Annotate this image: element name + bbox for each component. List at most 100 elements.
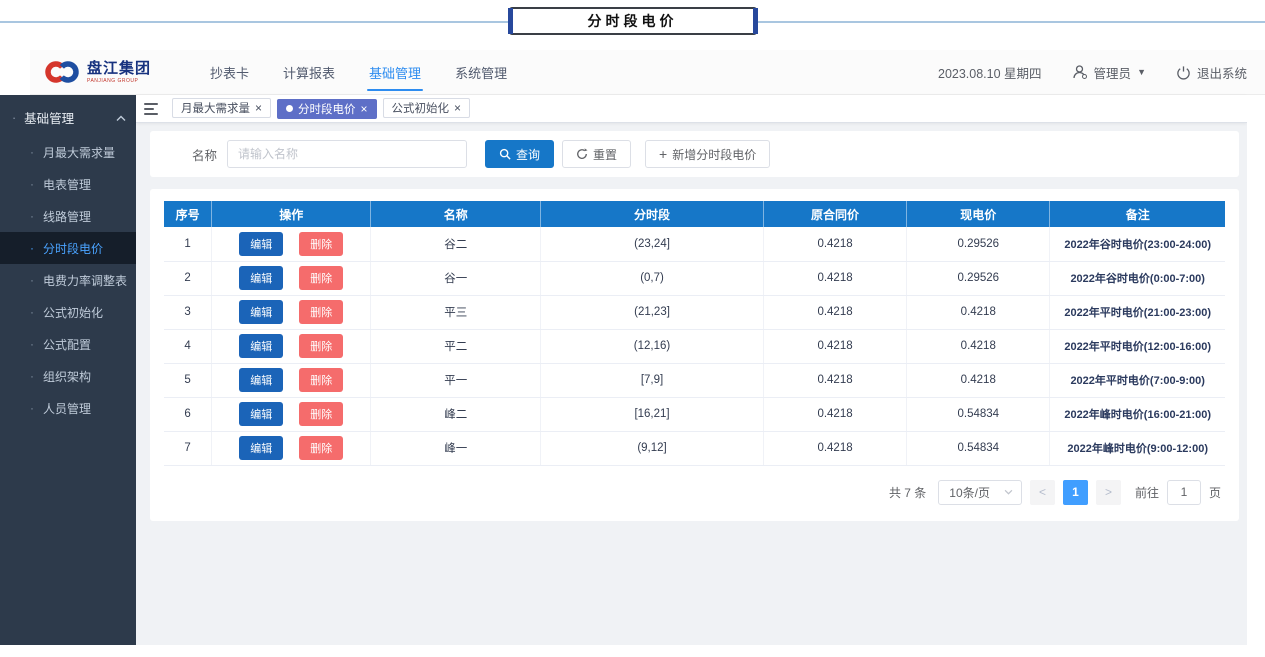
goto-label: 前往: [1135, 484, 1159, 501]
add-label: 新增分时段电价: [672, 146, 756, 163]
tab-label: 分时段电价: [298, 101, 356, 117]
cell-current-price: 0.4218: [907, 295, 1050, 329]
name-input[interactable]: [227, 140, 467, 168]
edit-button[interactable]: 编辑: [239, 368, 283, 392]
page-size-select[interactable]: 10条/页: [938, 480, 1022, 505]
edit-button[interactable]: 编辑: [239, 436, 283, 460]
hamburger-icon[interactable]: [144, 103, 166, 115]
delete-button[interactable]: 删除: [299, 436, 343, 460]
sidebar-item-label: 分时段电价: [43, 240, 103, 257]
column-header-3: 分时段: [541, 201, 764, 227]
cell-actions: 编辑删除: [212, 329, 371, 363]
logout-label: 退出系统: [1197, 63, 1247, 82]
edit-button[interactable]: 编辑: [239, 300, 283, 324]
page-title: 分时段电价: [588, 11, 678, 31]
current-date: 2023.08.10 星期四: [938, 63, 1042, 82]
add-time-price-button[interactable]: + 新增分时段电价: [645, 140, 770, 168]
sidebar-item-6[interactable]: ·公式配置: [0, 328, 136, 360]
bullet-icon: ·: [30, 241, 34, 255]
bullet-icon: ·: [30, 145, 34, 159]
sidebar-item-label: 线路管理: [43, 208, 91, 225]
table-row-1: 1编辑删除谷二(23,24]0.42180.295262022年谷时电价(23:…: [164, 227, 1225, 261]
column-header-1: 操作: [212, 201, 371, 227]
reset-button[interactable]: 重置: [562, 140, 631, 168]
tab-list: 月最大需求量 × 分时段电价 × 公式初始化 ×: [172, 98, 476, 119]
delete-button[interactable]: 删除: [299, 232, 343, 256]
page-1-button[interactable]: 1: [1063, 480, 1088, 505]
bullet-icon: ·: [30, 305, 34, 319]
bullet-icon: ·: [30, 369, 34, 383]
tab-1[interactable]: 分时段电价 ×: [277, 99, 377, 119]
bullet-icon: ·: [30, 177, 34, 191]
cell-index: 1: [164, 227, 212, 261]
edit-button[interactable]: 编辑: [239, 334, 283, 358]
delete-button[interactable]: 删除: [299, 334, 343, 358]
delete-button[interactable]: 删除: [299, 402, 343, 426]
tags-bar: 月最大需求量 × 分时段电价 × 公式初始化 ×: [136, 95, 1247, 123]
cell-actions: 编辑删除: [212, 261, 371, 295]
edit-button[interactable]: 编辑: [239, 266, 283, 290]
sidebar-item-label: 电表管理: [43, 176, 91, 193]
sidebar-item-8[interactable]: ·人员管理: [0, 392, 136, 424]
close-icon[interactable]: ×: [454, 102, 461, 114]
annotation-left-bar: [508, 8, 513, 34]
table-row-6: 6编辑删除峰二[16,21]0.42180.548342022年峰时电价(16:…: [164, 397, 1225, 431]
user-icon: [1072, 64, 1088, 80]
delete-button[interactable]: 删除: [299, 368, 343, 392]
nav-item-0[interactable]: 抄表卡: [208, 50, 251, 95]
prev-page-button[interactable]: <: [1030, 480, 1055, 505]
bullet-icon: ·: [30, 337, 34, 351]
tab-2[interactable]: 公式初始化 ×: [383, 98, 471, 118]
sidebar-item-4[interactable]: ·电费力率调整表: [0, 264, 136, 296]
nav-item-2[interactable]: 基础管理: [367, 50, 423, 95]
price-table: 序号操作名称分时段原合同价现电价备注 1编辑删除谷二(23,24]0.42180…: [164, 201, 1225, 466]
tab-label: 月最大需求量: [181, 100, 250, 116]
edit-button[interactable]: 编辑: [239, 402, 283, 426]
query-button[interactable]: 查询: [485, 140, 554, 168]
plus-icon: +: [659, 147, 667, 161]
sidebar-item-2[interactable]: ·线路管理: [0, 200, 136, 232]
edit-button[interactable]: 编辑: [239, 232, 283, 256]
nav-item-1[interactable]: 计算报表: [281, 50, 337, 95]
sidebar-group-basic-mgmt[interactable]: · 基础管理: [0, 99, 136, 136]
top-nav: 抄表卡计算报表基础管理系统管理: [193, 50, 524, 95]
close-icon[interactable]: ×: [255, 102, 262, 114]
brand-logo-icon: [44, 57, 80, 87]
cell-contract-price: 0.4218: [763, 397, 906, 431]
sidebar-item-1[interactable]: · 电表管理: [0, 168, 136, 200]
cell-contract-price: 0.4218: [763, 329, 906, 363]
table-row-7: 7编辑删除峰一(9,12]0.42180.548342022年峰时电价(9:00…: [164, 431, 1225, 465]
sidebar-item-5[interactable]: ·公式初始化: [0, 296, 136, 328]
sidebar-item-7[interactable]: ·组织架构: [0, 360, 136, 392]
goto-page-input[interactable]: [1167, 480, 1201, 505]
nav-item-3[interactable]: 系统管理: [453, 50, 509, 95]
cell-current-price: 0.29526: [907, 261, 1050, 295]
cell-period: [16,21]: [541, 397, 764, 431]
cell-actions: 编辑删除: [212, 431, 371, 465]
cell-period: [7,9]: [541, 363, 764, 397]
cell-name: 峰二: [371, 397, 541, 431]
delete-button[interactable]: 删除: [299, 300, 343, 324]
scrollbar-track[interactable]: [1247, 95, 1265, 645]
next-page-button[interactable]: >: [1096, 480, 1121, 505]
sidebar-item-3[interactable]: · 分时段电价: [0, 232, 136, 264]
cell-period: (21,23]: [541, 295, 764, 329]
cell-period: (0,7): [541, 261, 764, 295]
sidebar-item-label: 人员管理: [43, 400, 91, 417]
annotation-right-bar: [753, 8, 758, 34]
table-row-5: 5编辑删除平一[7,9]0.42180.42182022年平时电价(7:00-9…: [164, 363, 1225, 397]
tab-label: 公式初始化: [392, 100, 450, 116]
user-menu[interactable]: 管理员 ▼: [1072, 63, 1146, 82]
tab-0[interactable]: 月最大需求量 ×: [172, 98, 271, 118]
logout-button[interactable]: 退出系统: [1176, 63, 1247, 82]
cell-name: 平三: [371, 295, 541, 329]
cell-name: 峰一: [371, 431, 541, 465]
header-right: 2023.08.10 星期四 管理员 ▼ 退出系统: [938, 63, 1247, 82]
cell-current-price: 0.4218: [907, 329, 1050, 363]
sidebar-item-0[interactable]: ·月最大需求量: [0, 136, 136, 168]
delete-button[interactable]: 删除: [299, 266, 343, 290]
bullet-icon: ·: [30, 273, 34, 287]
close-icon[interactable]: ×: [361, 103, 368, 115]
brand: 盘江集团 PANJIANG GROUP: [44, 57, 151, 87]
cell-period: (9,12]: [541, 431, 764, 465]
